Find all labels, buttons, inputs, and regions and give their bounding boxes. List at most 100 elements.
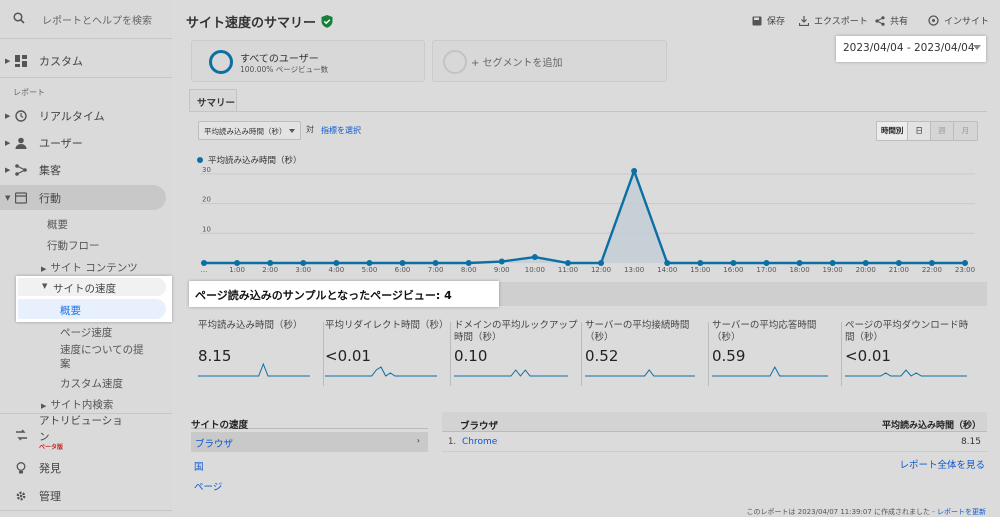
- beta-badge: ベータ版: [39, 444, 64, 451]
- sidebar-item-label: サイト内検索: [50, 399, 114, 411]
- x-tick-label: 23:00: [955, 266, 975, 274]
- y-tick-label: 10: [202, 225, 211, 233]
- day-button[interactable]: 日: [908, 122, 931, 140]
- site-speed-header: サイトの速度: [191, 417, 428, 431]
- week-button[interactable]: 週: [930, 122, 954, 140]
- x-tick-label: 16:00: [723, 266, 743, 274]
- main-content: サイト速度のサマリー 保存 エクスポート 共有 インサイト すべてのユーザー 1…: [172, 0, 1000, 516]
- sidebar-item-discover[interactable]: 発見: [0, 457, 172, 479]
- select-metric-link[interactable]: 指標を選択: [321, 125, 361, 136]
- page-title: サイト速度のサマリー: [186, 16, 317, 31]
- insights-button[interactable]: インサイト: [928, 14, 989, 27]
- refresh-link[interactable]: レポートを更新: [937, 508, 986, 516]
- x-tick-label: 2:00: [262, 266, 278, 274]
- metric-card: サーバーの平均応答時間（秒） 0.59: [712, 320, 838, 386]
- caret-down-icon: ▼: [5, 193, 11, 202]
- x-tick-label: 11:00: [558, 266, 578, 274]
- metric-title: サーバーの平均接続時間（秒）: [585, 320, 690, 343]
- add-segment-label: + セグメントを追加: [471, 58, 563, 69]
- full-report-link[interactable]: レポート全体を見る: [899, 457, 985, 471]
- left-item-country[interactable]: 国: [194, 459, 204, 473]
- metric-sparkline: [845, 369, 967, 377]
- behavior-icon: [15, 191, 27, 204]
- segment-label: すべてのユーザー: [240, 54, 319, 65]
- x-tick-label: 15:00: [690, 266, 710, 274]
- segment-all-users[interactable]: すべてのユーザー 100.00% ページビュー数: [191, 40, 425, 82]
- x-tick-label: 13:00: [624, 266, 644, 274]
- month-button[interactable]: 月: [953, 122, 977, 140]
- row-browser-link[interactable]: Chrome: [462, 437, 497, 447]
- caret-right-icon: ▶: [5, 57, 11, 65]
- sidebar-item-users[interactable]: ▶ ユーザー: [0, 132, 172, 154]
- metric-divider: [581, 322, 582, 386]
- share-button[interactable]: 共有: [875, 14, 908, 27]
- caret-right-icon: ▶: [5, 166, 11, 174]
- search-icon: [13, 12, 25, 24]
- sidebar-item-page-timings[interactable]: ページ速度: [60, 325, 112, 340]
- metric-sparkline: [325, 366, 437, 377]
- export-button[interactable]: エクスポート: [799, 14, 868, 27]
- col-browser: ブラウザ: [460, 421, 499, 432]
- metric-sparkline: [198, 363, 310, 377]
- data-point[interactable]: [498, 258, 505, 265]
- sidebar-item-label: 発見: [39, 462, 61, 475]
- left-item-browser[interactable]: ブラウザ ›: [191, 432, 428, 452]
- sidebar-item-user-timings[interactable]: カスタム速度: [60, 376, 123, 391]
- sidebar-item-custom[interactable]: ▶ カスタム: [0, 50, 172, 72]
- metric-card: 平均読み込み時間（秒） 8.15: [198, 320, 320, 386]
- search-bar[interactable]: レポートとヘルプを検索: [0, 0, 172, 36]
- left-item-label: ブラウザ: [195, 439, 234, 450]
- metric-select-label: 平均読み込み時間（秒）: [204, 127, 287, 136]
- x-tick-label: 18:00: [789, 266, 809, 274]
- site-speed-group: ▼ サイトの速度 概要: [16, 276, 172, 322]
- sidebar-item-speed-suggestions[interactable]: 速度についての提案: [60, 343, 144, 371]
- share-label: 共有: [890, 17, 909, 27]
- data-point[interactable]: [531, 254, 538, 261]
- metric-card: ドメインの平均ルックアップ時間（秒） 0.10: [454, 320, 578, 386]
- divider: [189, 111, 987, 112]
- hourly-button[interactable]: 時間別: [877, 122, 909, 140]
- insights-label: インサイト: [944, 17, 990, 27]
- metric-select[interactable]: 平均読み込み時間（秒）: [198, 121, 301, 140]
- sidebar-item-attribution[interactable]: アトリビューショ ン ベータ版: [0, 415, 172, 455]
- sidebar-item-site-search[interactable]: ▶ サイト内検索: [41, 397, 113, 412]
- save-button[interactable]: 保存: [752, 14, 785, 27]
- sidebar-item-site-speed[interactable]: ▼ サイトの速度: [18, 278, 166, 296]
- divider: [0, 77, 172, 78]
- divider: [0, 510, 172, 511]
- sidebar-item-admin[interactable]: 管理: [0, 485, 172, 507]
- x-tick-label: 4:00: [328, 266, 344, 274]
- sidebar-item-acquisition[interactable]: ▶ 集客: [0, 159, 172, 181]
- footer-text: このレポートは 2023/04/07 11:39:07 に作成されました -: [746, 508, 935, 516]
- caret-right-icon: ▶: [41, 265, 47, 273]
- caret-down-icon: ▼: [42, 282, 48, 290]
- x-tick-label: 6:00: [395, 266, 411, 274]
- sidebar-item-realtime[interactable]: ▶ リアルタイム: [0, 105, 172, 127]
- add-segment-button[interactable]: + セグメントを追加: [432, 40, 667, 82]
- x-tick-label: 22:00: [922, 266, 942, 274]
- sidebar-item-behavior[interactable]: ▼ 行動: [0, 185, 166, 210]
- sidebar-item-site-content[interactable]: ▶ サイト コンテンツ: [41, 260, 138, 275]
- metric-divider: [323, 322, 324, 386]
- divider: [0, 38, 172, 39]
- download-icon: [799, 15, 809, 26]
- x-tick-label: 19:00: [823, 266, 843, 274]
- sidebar-item-speed-overview[interactable]: 概要: [18, 299, 166, 319]
- x-tick-label: 20:00: [856, 266, 876, 274]
- left-item-page[interactable]: ページ: [194, 479, 222, 493]
- series-area: [204, 170, 965, 263]
- tab-summary[interactable]: サマリー: [189, 89, 237, 111]
- banner-text: ページ読み込みのサンプルとなったページビュー: 4: [195, 289, 452, 302]
- metric-sparkline: [454, 369, 568, 377]
- sidebar-item-label: リアルタイム: [39, 110, 105, 123]
- page-title-row: サイト速度のサマリー: [186, 12, 333, 31]
- caret-right-icon: ▶: [5, 139, 11, 147]
- y-tick-label: 30: [202, 166, 211, 174]
- share-icon: [875, 15, 885, 26]
- metric-title: 平均リダイレクト時間（秒）: [325, 320, 449, 331]
- date-range-picker[interactable]: 2023/04/04 - 2023/04/04: [836, 36, 986, 62]
- metric-sparkline: [585, 369, 695, 377]
- data-point[interactable]: [631, 167, 638, 174]
- sidebar-item-overview[interactable]: 概要: [47, 217, 68, 232]
- sidebar-item-behavior-flow[interactable]: 行動フロー: [47, 238, 100, 253]
